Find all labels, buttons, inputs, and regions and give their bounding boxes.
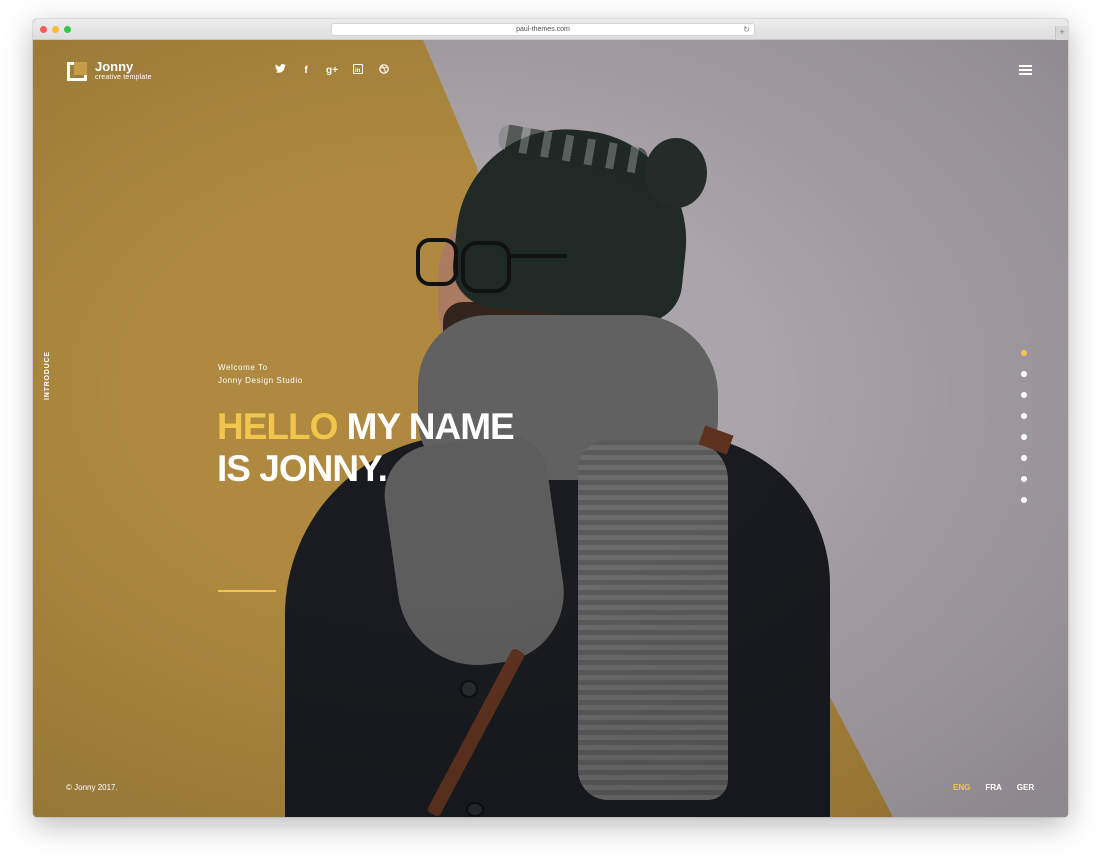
headline-underline	[218, 590, 276, 592]
minimize-window-button[interactable]	[52, 26, 59, 33]
logo-subtitle: creative template	[95, 74, 152, 81]
pagination-dot[interactable]	[1021, 476, 1027, 482]
pagination-dot[interactable]	[1021, 413, 1027, 419]
pagination-dot[interactable]	[1021, 350, 1027, 356]
site-logo[interactable]: Jonny creative template	[67, 59, 152, 82]
pagination-dot[interactable]	[1021, 497, 1027, 503]
pagination-dot[interactable]	[1021, 455, 1027, 461]
headline-rest: MY NAME	[337, 406, 515, 447]
browser-titlebar: paul-themes.com ↻ +	[33, 19, 1068, 40]
welcome-line-1: Welcome To	[218, 363, 268, 372]
social-links: f g+ in	[273, 64, 391, 78]
slide-pagination	[1021, 350, 1027, 503]
pagination-dot[interactable]	[1021, 371, 1027, 377]
page-viewport: Jonny creative template f g+ in INTRODUC…	[33, 40, 1068, 817]
plus-icon[interactable]: +	[1055, 26, 1068, 40]
pagination-dot[interactable]	[1021, 434, 1027, 440]
language-link-eng[interactable]: ENG	[953, 783, 970, 792]
google-plus-icon[interactable]: g+	[325, 64, 339, 78]
side-section-label: INTRODUCE	[44, 351, 51, 400]
facebook-icon[interactable]: f	[299, 64, 313, 78]
close-window-button[interactable]	[40, 26, 47, 33]
logo-title: Jonny	[95, 59, 134, 74]
headline-line-2: IS JONNY.	[217, 448, 388, 489]
hamburger-menu-icon[interactable]	[1019, 65, 1032, 76]
hero-background-photo	[33, 40, 1068, 817]
twitter-icon[interactable]	[273, 64, 287, 78]
language-link-fra[interactable]: FRA	[985, 783, 1001, 792]
svg-text:in: in	[355, 68, 361, 74]
reload-icon[interactable]: ↻	[743, 24, 750, 35]
dribbble-icon[interactable]	[377, 64, 391, 78]
pagination-dot[interactable]	[1021, 392, 1027, 398]
language-switcher: ENG FRA GER	[953, 783, 1034, 792]
welcome-text: Welcome To Jonny Design Studio	[218, 361, 303, 387]
welcome-line-2: Jonny Design Studio	[218, 376, 303, 385]
copyright-text: © Jonny 2017.	[66, 783, 118, 792]
address-bar[interactable]: paul-themes.com ↻	[331, 23, 755, 36]
logo-mark-icon	[67, 62, 87, 81]
language-link-ger[interactable]: GER	[1017, 783, 1034, 792]
maximize-window-button[interactable]	[64, 26, 71, 33]
address-bar-url: paul-themes.com	[516, 26, 570, 33]
headline-accent: HELLO	[217, 406, 338, 447]
linkedin-icon[interactable]: in	[351, 64, 365, 78]
browser-window: paul-themes.com ↻ + Jonny creative templ…	[33, 19, 1068, 817]
hero-headline: HELLO MY NAME IS JONNY.	[217, 406, 515, 490]
